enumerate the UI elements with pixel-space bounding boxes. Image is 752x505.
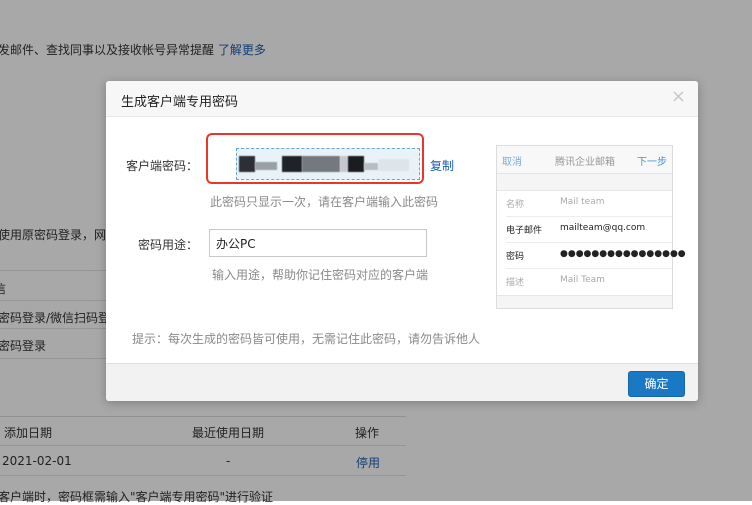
preview-value: mailteam@qq.com bbox=[560, 223, 646, 233]
preview-nav-bar: 取消 腾讯企业邮箱 下一步 bbox=[497, 146, 672, 174]
password-hint: 此密码只显示一次，请在客户端输入此密码 bbox=[210, 195, 439, 209]
preview-title: 腾讯企业邮箱 bbox=[555, 157, 615, 168]
preview-row-email: 电子邮件 mailteam@qq.com bbox=[497, 217, 672, 243]
preview-key: 描述 bbox=[506, 278, 525, 288]
password-label: 客户端密码： bbox=[125, 159, 198, 173]
confirm-button[interactable]: 确定 bbox=[628, 371, 685, 397]
preview-value: Mail team bbox=[560, 197, 605, 207]
preview-next-label: 下一步 bbox=[637, 157, 667, 168]
preview-form: 名称 Mail team 电子邮件 mailteam@qq.com 密码 ●●●… bbox=[497, 190, 686, 296]
preview-password-dots: ●●●●●●●●●●●●●●●● bbox=[560, 249, 686, 259]
copy-button[interactable]: 复制 bbox=[430, 157, 454, 174]
dialog-footer: 确定 bbox=[106, 363, 698, 401]
dialog-header: 生成客户端专用密码 × bbox=[106, 81, 698, 117]
password-highlight-frame bbox=[206, 133, 424, 184]
client-password-dialog: 生成客户端专用密码 × 客户端密码： 复制 此密码只显示一次，请在客户端输入此密… bbox=[106, 81, 698, 401]
preview-key: 名称 bbox=[506, 200, 525, 210]
mail-client-preview: 取消 腾讯企业邮箱 下一步 名称 Mail team 电子邮件 mailteam… bbox=[496, 145, 686, 309]
close-icon[interactable]: × bbox=[671, 86, 686, 107]
purpose-hint: 输入用途，帮助你记住密码对应的客户端 bbox=[212, 268, 429, 282]
preview-key: 密码 bbox=[506, 252, 525, 262]
purpose-label: 密码用途： bbox=[137, 238, 198, 252]
preview-cancel-label: 取消 bbox=[502, 157, 522, 168]
preview-key: 电子邮件 bbox=[506, 226, 543, 236]
purpose-input[interactable] bbox=[209, 229, 427, 257]
dialog-title: 生成客户端专用密码 bbox=[121, 95, 239, 110]
tip-text: 提示：每次生成的密码皆可使用，无需记住此密码，请勿告诉他人 bbox=[132, 332, 481, 346]
preview-row-name: 名称 Mail team bbox=[497, 191, 672, 217]
preview-row-description: 描述 Mail Team bbox=[497, 269, 672, 295]
preview-value: Mail Team bbox=[560, 275, 605, 285]
preview-row-password: 密码 ●●●●●●●●●●●●●●●● bbox=[497, 243, 686, 269]
